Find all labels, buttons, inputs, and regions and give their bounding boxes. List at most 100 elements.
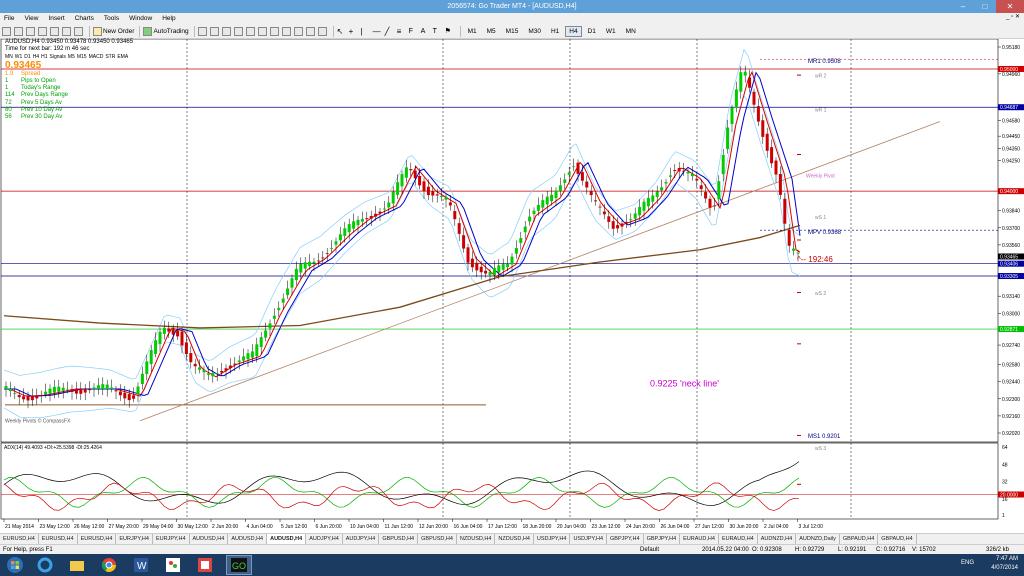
timeframe-m1[interactable]: M1 [464, 26, 481, 37]
chart-tab[interactable]: USDJPY,H4 [534, 534, 571, 544]
taskbar-word[interactable]: W [128, 555, 154, 575]
chart-tab[interactable]: EURUSD,H4 [0, 534, 39, 544]
trendline-button[interactable]: ╱ [385, 26, 395, 37]
chart-tab[interactable]: GBPUSD,H4 [418, 534, 457, 544]
templates-button[interactable] [317, 26, 328, 37]
info-label: Spread [21, 70, 41, 77]
crosshair-button[interactable]: + [349, 26, 359, 37]
autoscroll-button[interactable] [269, 26, 280, 37]
taskbar-ie[interactable] [32, 555, 58, 575]
timeframe-m15[interactable]: M15 [502, 26, 523, 37]
line-chart-button[interactable] [221, 26, 232, 37]
chart-tab[interactable]: GBPJPY,H4 [607, 534, 644, 544]
timeframe-m30[interactable]: M30 [524, 26, 545, 37]
legend-item: MN [5, 53, 13, 60]
data-window-button[interactable] [38, 26, 48, 37]
wr1-label: wR 1 [815, 108, 827, 114]
fibonacci-button[interactable]: F [409, 26, 419, 37]
timeframe-m5[interactable]: M5 [483, 26, 500, 37]
close-button[interactable]: ✕ [996, 0, 1024, 13]
market-watch-button[interactable] [26, 26, 36, 37]
data-window-icon [38, 26, 47, 36]
menu-tools[interactable]: Tools [104, 15, 119, 22]
timeframe-h1[interactable]: H1 [547, 26, 563, 37]
taskbar-paint[interactable] [160, 555, 186, 575]
navigator-button[interactable] [50, 26, 60, 37]
menu-file[interactable]: File [4, 15, 14, 22]
zoom-in-button[interactable] [233, 26, 244, 37]
terminal-button[interactable] [62, 26, 72, 37]
chart-shift-button[interactable] [281, 26, 292, 37]
chart-tab[interactable]: NZDUSD,H4 [457, 534, 496, 544]
menu-view[interactable]: View [24, 15, 38, 22]
maximize-button[interactable]: □ [974, 0, 996, 13]
profiles-button[interactable] [14, 26, 24, 37]
chart-tab[interactable]: EURUSD,H4 [78, 534, 117, 544]
chart-tab[interactable]: EURJPY,H4 [153, 534, 190, 544]
chart-area[interactable]: 0.95180 0.95000 0.94960 0.94687 0.94580 0.944… [0, 39, 1024, 533]
horizontal-line-button[interactable]: — [373, 26, 383, 37]
tester-button[interactable] [74, 26, 84, 37]
chart-tab[interactable]: AUDUSD,H4 [190, 534, 229, 544]
taskbar-mt4[interactable]: GO [226, 555, 252, 575]
candle-body [523, 226, 527, 233]
new-chart-button[interactable] [2, 26, 12, 37]
menu-help[interactable]: Help [162, 15, 175, 22]
chart-canvas[interactable]: 0.951800.950000.949600.946870.945800.944… [0, 39, 1024, 533]
text-button[interactable]: A [421, 26, 431, 37]
vertical-line-button[interactable]: | [361, 26, 371, 37]
timeframe-h4[interactable]: H4 [565, 25, 582, 37]
chart-tab[interactable]: AUDJPY,H4 [343, 534, 380, 544]
candle-body [70, 389, 74, 392]
chart-tab[interactable]: EURJPY,H4 [116, 534, 153, 544]
candle-body [316, 260, 320, 262]
candle-chart-button[interactable] [209, 26, 220, 37]
chart-tab[interactable]: EURAUD,H4 [680, 534, 719, 544]
indicators-button[interactable] [293, 26, 304, 37]
legend-item: H1 [41, 53, 48, 60]
timeframe-mn[interactable]: MN [622, 26, 640, 37]
menu-insert[interactable]: Insert [48, 15, 64, 22]
cursor-button[interactable]: ↖ [337, 26, 347, 37]
taskbar-explorer[interactable] [64, 555, 90, 575]
tile-button[interactable] [257, 26, 268, 37]
timeframe-d1[interactable]: D1 [584, 26, 600, 37]
chart-tab[interactable]: NZDUSD,H4 [495, 534, 534, 544]
menu-window[interactable]: Window [129, 15, 152, 22]
minimize-button[interactable]: – [952, 0, 974, 13]
menu-charts[interactable]: Charts [75, 15, 94, 22]
taskbar-chrome[interactable] [96, 555, 122, 575]
timeframe-w1[interactable]: W1 [602, 26, 620, 37]
adx-tick-label: 32 [1002, 480, 1008, 486]
chart-tab[interactable]: USDJPY,H4 [570, 534, 608, 544]
chart-tab[interactable]: AUDNZD,H4 [758, 534, 797, 544]
chart-tab[interactable]: GBPAUD,H4 [840, 534, 879, 544]
chart-tab[interactable]: GBPUSD,H4 [379, 534, 419, 544]
arrows-button[interactable]: ⚑ [445, 26, 455, 37]
system-clock[interactable]: 7:47 AM 4/07/2014 [991, 555, 1018, 573]
chart-tab[interactable]: GBPAUD,H4 [878, 534, 917, 544]
start-button[interactable] [6, 556, 24, 574]
language-indicator[interactable]: ENG [961, 560, 974, 566]
candle-body [453, 211, 457, 220]
periods-button[interactable] [305, 26, 316, 37]
taskbar-calc[interactable] [192, 555, 218, 575]
chart-tab[interactable]: GBPJPY,H4 [644, 534, 681, 544]
new-order-button[interactable]: New Order [93, 26, 134, 37]
chart-tab[interactable]: AUDUSD,H4 [228, 534, 268, 544]
autotrading-button[interactable]: AutoTrading [143, 26, 189, 37]
channel-button[interactable]: ≡ [397, 26, 407, 37]
zoom-out-button[interactable] [245, 26, 256, 37]
chart-tab[interactable]: AUDUSD,H4 [267, 534, 307, 544]
bar-chart-button[interactable] [197, 26, 208, 37]
chart-tab[interactable]: EURAUD,H4 [719, 534, 758, 544]
chart-tab[interactable]: AUDJPY,H4 [306, 534, 343, 544]
chart-tab[interactable]: EURUSD,H4 [39, 534, 78, 544]
child-window-controls[interactable]: _ ▫ ✕ [1006, 13, 1020, 20]
chart-tab[interactable]: AUDNZD,Daily [796, 534, 840, 544]
candle-body [17, 395, 21, 398]
chrome-icon [101, 558, 116, 572]
info-label: Prev 30 Day Av [21, 114, 63, 121]
text-label-button[interactable]: T [433, 26, 443, 37]
line-chart-icon [221, 26, 231, 36]
